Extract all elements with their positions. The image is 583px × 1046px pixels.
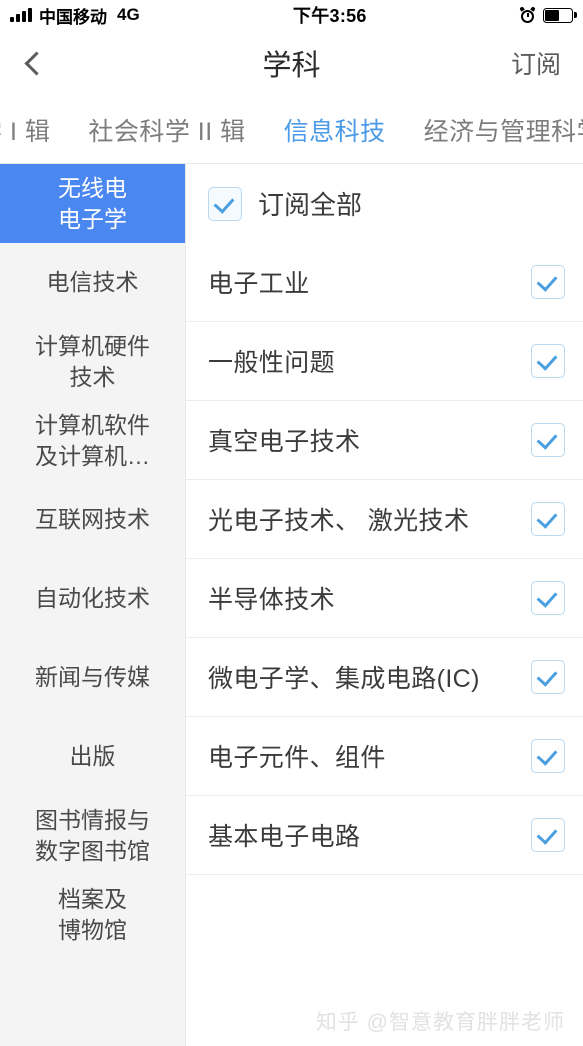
sidebar-item-label: 计算机软件 及计算机… — [35, 412, 150, 469]
checkbox-checked-icon[interactable] — [531, 581, 565, 615]
checkbox-checked-icon[interactable] — [208, 186, 242, 221]
checkbox-checked-icon[interactable] — [531, 423, 565, 457]
status-bar-left: 中国移动 4G — [10, 3, 140, 28]
list-item-label: 电子工业 — [208, 270, 310, 298]
list-item-label: 基本电子电路 — [208, 823, 361, 851]
sidebar-item-5[interactable]: 自动化技术 — [0, 559, 185, 638]
sidebar-item-8[interactable]: 图书情报与 数字图书馆 — [0, 796, 185, 875]
list-item-label: 光电子技术、 激光技术 — [208, 507, 470, 535]
app-root: 中国移动 4G 下午3:56 学科 订阅 学 I 辑社会科学 II 辑信息科技经… — [0, 0, 583, 1046]
tab-2[interactable]: 信息科技 — [265, 112, 405, 148]
list-item[interactable]: 电子元件、组件 — [186, 717, 583, 796]
tab-3[interactable]: 经济与管理科学 — [405, 112, 583, 148]
sidebar-item-2[interactable]: 计算机硬件 技术 — [0, 322, 185, 401]
sidebar-item-label: 计算机硬件 技术 — [35, 333, 150, 390]
sidebar-item-4[interactable]: 互联网技术 — [0, 480, 185, 559]
subject-list-panel: 订阅全部 电子工业一般性问题真空电子技术光电子技术、 激光技术 半导体技术微电子学… — [186, 164, 583, 1046]
chevron-left-icon — [24, 50, 49, 76]
subject-sidebar: 无线电 电子学电信技术计算机硬件 技术 计算机软件 及计算机… 互联网技术自动化技术… — [0, 164, 186, 1046]
sidebar-item-1[interactable]: 电信技术 — [0, 243, 185, 322]
list-item-label: 真空电子技术 — [208, 428, 361, 456]
list-item[interactable]: 电子工业 — [186, 243, 583, 322]
sidebar-item-label: 新闻与传媒 — [35, 664, 150, 691]
tab-0[interactable]: 学 I 辑 — [0, 112, 69, 148]
sidebar-item-6[interactable]: 新闻与传媒 — [0, 638, 185, 717]
sidebar-item-7[interactable]: 出版 — [0, 717, 185, 796]
list-item[interactable]: 半导体技术 — [186, 559, 583, 638]
battery-icon — [543, 7, 577, 23]
subject-list: 电子工业一般性问题真空电子技术光电子技术、 激光技术 半导体技术微电子学、集成电路… — [186, 243, 583, 875]
category-tab-bar: 学 I 辑社会科学 II 辑信息科技经济与管理科学 — [0, 96, 583, 164]
signal-bars-icon — [10, 8, 32, 22]
sidebar-item-label: 出版 — [69, 743, 116, 770]
status-bar: 中国移动 4G 下午3:56 — [0, 0, 583, 30]
list-item-label: 一般性问题 — [208, 349, 336, 377]
sidebar-item-3[interactable]: 计算机软件 及计算机… — [0, 401, 185, 480]
list-item[interactable]: 微电子学、集成电路(IC) — [186, 638, 583, 717]
checkbox-checked-icon[interactable] — [531, 818, 565, 852]
category-tab-list: 学 I 辑社会科学 II 辑信息科技经济与管理科学 — [0, 96, 583, 163]
checkbox-checked-icon[interactable] — [531, 660, 565, 694]
content-body: 无线电 电子学电信技术计算机硬件 技术 计算机软件 及计算机… 互联网技术自动化技术… — [0, 164, 583, 1046]
sidebar-item-label: 档案及 博物馆 — [58, 886, 127, 943]
sidebar-item-label: 无线电 电子学 — [58, 175, 127, 232]
subscribe-button[interactable]: 订阅 — [511, 45, 561, 81]
checkbox-checked-icon[interactable] — [531, 739, 565, 773]
status-bar-clock: 下午3:56 — [292, 6, 367, 26]
select-all-label: 订阅全部 — [258, 190, 363, 220]
sidebar-item-9[interactable]: 档案及 博物馆 — [0, 875, 185, 954]
sidebar-item-label: 互联网技术 — [35, 506, 150, 533]
checkbox-checked-icon[interactable] — [531, 265, 565, 299]
network-type-label: 4G — [117, 5, 140, 24]
sidebar-item-label: 图书情报与 数字图书馆 — [35, 807, 150, 864]
sidebar-item-label: 自动化技术 — [35, 585, 150, 612]
back-button[interactable] — [22, 41, 62, 85]
watermark: 知乎 @智意教育胖胖老师 — [315, 1011, 565, 1034]
page-title: 学科 — [262, 50, 321, 82]
sidebar-item-label: 电信技术 — [46, 269, 139, 296]
sidebar-item-0[interactable]: 无线电 电子学 — [0, 164, 185, 243]
tab-1[interactable]: 社会科学 II 辑 — [69, 112, 264, 148]
list-item[interactable]: 一般性问题 — [186, 322, 583, 401]
carrier-label: 中国移动 — [39, 7, 107, 27]
status-bar-right — [519, 5, 577, 23]
list-item[interactable]: 真空电子技术 — [186, 401, 583, 480]
alarm-clock-icon — [519, 5, 536, 23]
checkbox-checked-icon[interactable] — [531, 344, 565, 378]
list-item[interactable]: 光电子技术、 激光技术 — [186, 480, 583, 559]
list-item[interactable]: 基本电子电路 — [186, 796, 583, 875]
select-all-row[interactable]: 订阅全部 — [186, 164, 583, 243]
list-item-label: 微电子学、集成电路(IC) — [208, 665, 480, 693]
navigation-bar: 学科 订阅 — [0, 30, 583, 96]
list-item-label: 半导体技术 — [208, 586, 336, 614]
checkbox-checked-icon[interactable] — [531, 502, 565, 536]
list-item-label: 电子元件、组件 — [208, 744, 386, 772]
